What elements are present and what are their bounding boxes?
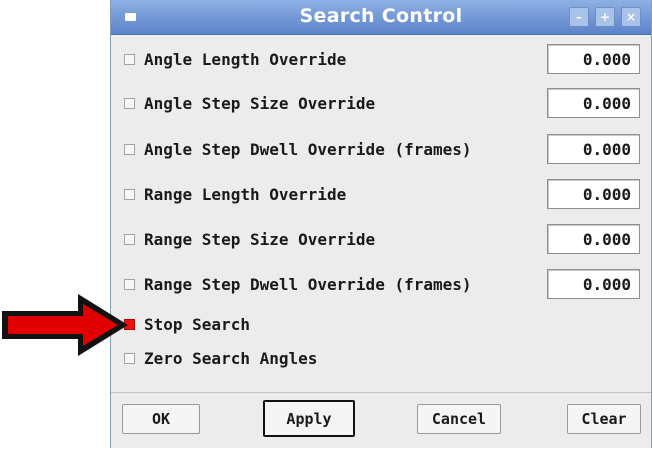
angle-step-size-override-label: Angle Step Size Override [144,94,376,113]
angle-step-dwell-override-checkbox[interactable] [124,144,135,155]
option-row-range-step-dwell: Range Step Dwell Override (frames) 0.000 [121,269,641,299]
option-row-angle-step-size: Angle Step Size Override 0.000 [121,88,641,118]
maximize-button[interactable]: + [595,7,615,27]
range-length-override-input[interactable]: 0.000 [547,179,640,209]
ok-button[interactable]: OK [122,404,200,434]
angle-length-override-checkbox[interactable] [124,54,135,65]
angle-step-dwell-override-label: Angle Step Dwell Override (frames) [144,140,472,159]
option-row-zero-search-angles: Zero Search Angles [121,343,641,373]
button-bar: OK Apply Cancel Clear [111,392,651,449]
angle-step-size-override-input[interactable]: 0.000 [547,88,640,118]
zero-search-angles-label: Zero Search Angles [144,349,318,368]
range-step-size-override-label: Range Step Size Override [144,230,376,249]
range-step-dwell-override-label: Range Step Dwell Override (frames) [144,275,472,294]
red-arrow-icon [2,294,128,356]
range-step-dwell-override-checkbox[interactable] [124,279,135,290]
option-row-angle-length: Angle Length Override 0.000 [121,44,641,74]
angle-step-size-override-checkbox[interactable] [124,98,135,109]
option-row-angle-step-dwell: Angle Step Dwell Override (frames) 0.000 [121,134,641,164]
range-length-override-label: Range Length Override [144,185,347,204]
range-step-size-override-checkbox[interactable] [124,234,135,245]
angle-length-override-input[interactable]: 0.000 [547,44,640,74]
option-row-range-length: Range Length Override 0.000 [121,179,641,209]
stop-search-label: Stop Search [144,315,250,334]
angle-length-override-label: Angle Length Override [144,50,347,69]
range-step-size-override-input[interactable]: 0.000 [547,224,640,254]
range-length-override-checkbox[interactable] [124,189,135,200]
title-bar[interactable]: Search Control – + × [111,0,651,35]
option-row-stop-search: Stop Search [121,309,641,339]
close-button[interactable]: × [621,7,641,27]
clear-button[interactable]: Clear [567,404,641,434]
range-step-dwell-override-input[interactable]: 0.000 [547,269,640,299]
search-control-dialog: Search Control – + × Angle Length Overri… [110,0,652,448]
apply-button[interactable]: Apply [263,400,355,437]
option-row-range-step-size: Range Step Size Override 0.000 [121,224,641,254]
minimize-button[interactable]: – [569,7,589,27]
cancel-button[interactable]: Cancel [417,404,501,434]
angle-step-dwell-override-input[interactable]: 0.000 [547,134,640,164]
